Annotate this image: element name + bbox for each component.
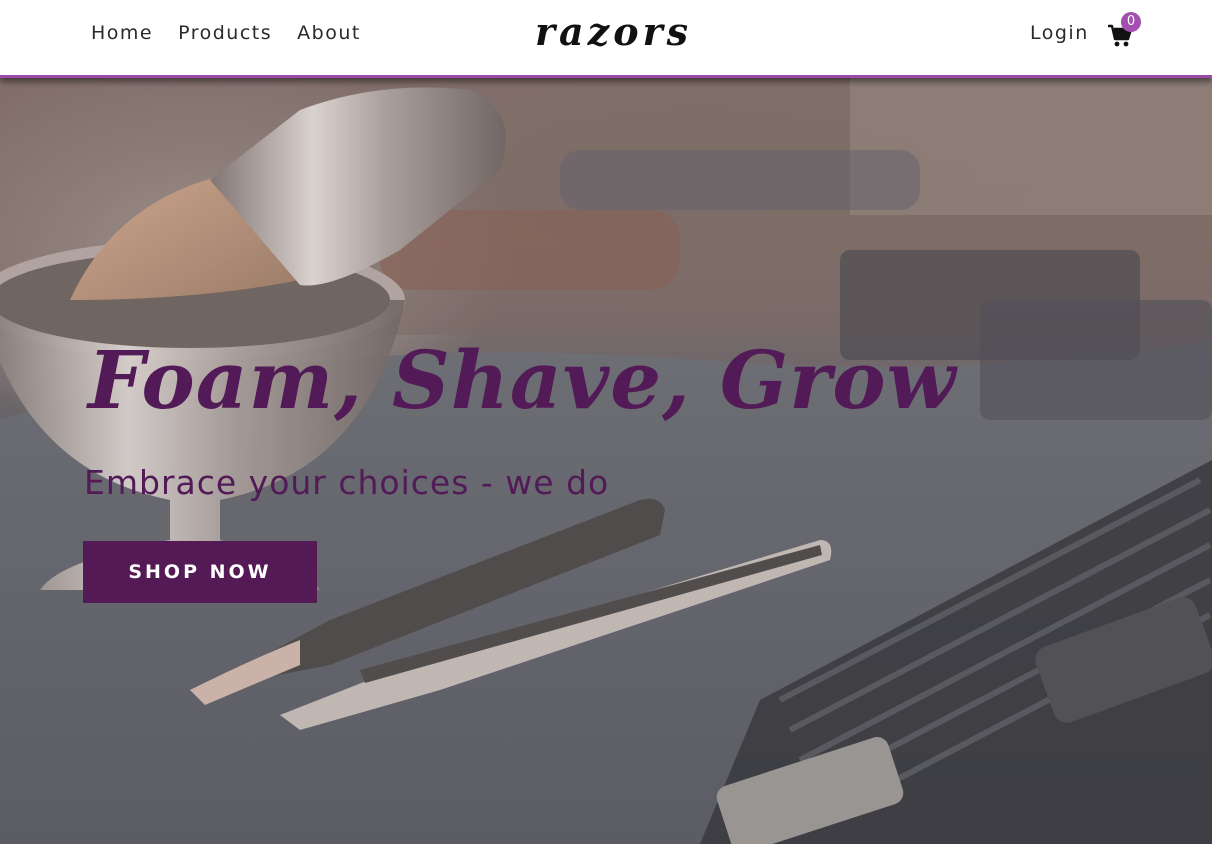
hero-subheadline: Embrace your choices - we do — [84, 463, 610, 502]
nav-link-about[interactable]: About — [297, 22, 361, 44]
page: Home Products About razors Login 0 Foam,… — [0, 0, 1212, 844]
login-link[interactable]: Login — [1030, 22, 1089, 44]
nav-link-products[interactable]: Products — [178, 22, 272, 44]
shop-now-button[interactable]: SHOP NOW — [83, 541, 317, 603]
brand-logo[interactable]: razors — [535, 9, 692, 54]
hero-headline: Foam, Shave, Grow — [88, 333, 957, 427]
nav-links: Home Products About — [91, 22, 361, 44]
cart-count-badge: 0 — [1121, 12, 1141, 32]
nav-link-home[interactable]: Home — [91, 22, 153, 44]
navbar: Home Products About razors Login 0 — [0, 0, 1212, 78]
